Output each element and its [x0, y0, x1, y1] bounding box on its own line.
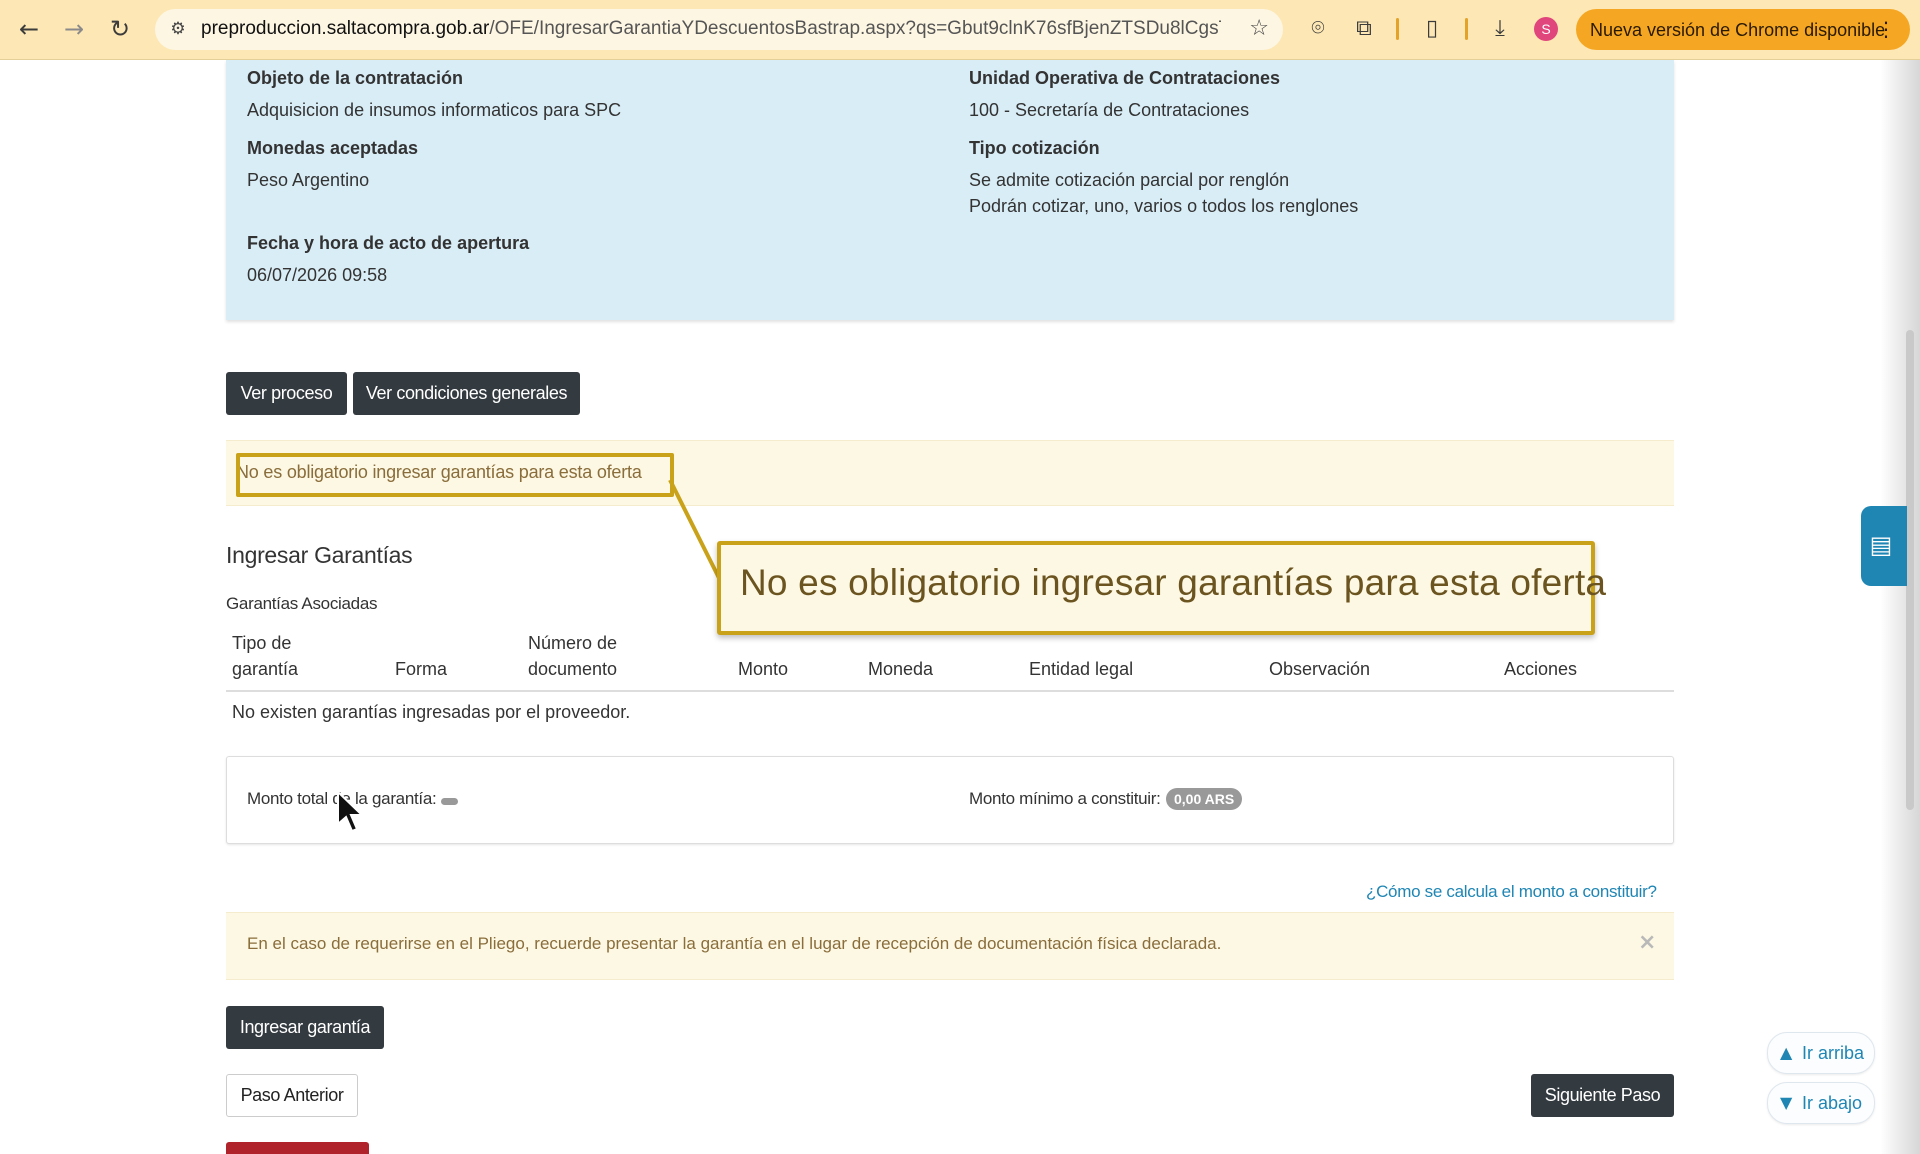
- section-subtitle: Garantías Asociadas: [226, 594, 378, 613]
- cancel-button-partial[interactable]: [226, 1142, 369, 1154]
- monto-minimo-badge: 0,00 ARS: [1166, 788, 1243, 810]
- ver-condiciones-button[interactable]: Ver condiciones generales: [353, 372, 580, 415]
- site-settings-icon[interactable]: ⚙: [167, 18, 189, 40]
- paso-anterior-button[interactable]: Paso Anterior: [226, 1074, 358, 1117]
- browser-toolbar: ← → ↻ ⚙ preproduccion.saltacompra.gob.ar…: [0, 0, 1920, 60]
- bookmark-star-icon[interactable]: ☆: [1249, 16, 1269, 42]
- col-forma: Forma: [395, 659, 448, 679]
- chrome-update-button[interactable]: Nueva versión de Chrome disponible ⋮: [1576, 9, 1910, 50]
- siguiente-paso-button[interactable]: Siguiente Paso: [1531, 1074, 1674, 1117]
- reading-list-icon[interactable]: ▯: [1418, 15, 1446, 43]
- fecha-apertura-label: Fecha y hora de acto de apertura: [247, 233, 530, 253]
- chevron-down-icon: ▼: [1780, 1093, 1793, 1112]
- section-title: Ingresar Garantías: [226, 542, 413, 568]
- ir-arriba-label: Ir arriba: [1802, 1043, 1865, 1063]
- process-info-panel: [226, 60, 1674, 320]
- toolbar-separator: [1465, 18, 1468, 40]
- col-monto: Monto: [738, 659, 789, 679]
- col-entidad-legal: Entidad legal: [1029, 659, 1134, 679]
- col-numero-line1: Número de: [528, 633, 618, 653]
- monto-total-badge: [441, 798, 458, 805]
- objeto-value: Adquisicion de insumos informaticos para…: [247, 100, 622, 120]
- address-bar[interactable]: ⚙ preproduccion.saltacompra.gob.ar/OFE/I…: [155, 9, 1283, 50]
- tipo-cotizacion-value-1: Se admite cotización parcial por renglón: [969, 170, 1290, 190]
- reload-icon[interactable]: ↻: [104, 13, 136, 45]
- ver-proceso-button[interactable]: Ver proceso: [226, 372, 347, 415]
- mouse-cursor-icon: [337, 790, 365, 833]
- unidad-value: 100 - Secretaría de Contrataciones: [969, 100, 1250, 120]
- table-header-divider: [226, 690, 1674, 692]
- scrollbar-thumb[interactable]: [1906, 330, 1914, 810]
- callout-text: No es obligatorio ingresar garantías par…: [740, 562, 1607, 603]
- ir-abajo-label: Ir abajo: [1802, 1093, 1863, 1113]
- ir-abajo-button[interactable]: ▼ Ir abajo: [1767, 1082, 1875, 1124]
- forward-icon[interactable]: →: [58, 13, 90, 45]
- col-tipo-line2: garantía: [232, 659, 299, 679]
- table-empty-message: No existen garantías ingresadas por el p…: [232, 702, 631, 722]
- col-observacion: Observación: [1269, 659, 1371, 679]
- close-icon[interactable]: ×: [1638, 930, 1656, 955]
- document-icon: ▤: [1869, 531, 1893, 559]
- col-numero-documento: Número de documento: [528, 630, 617, 682]
- tipo-cotizacion-value-2: Podrán cotizar, uno, varios o todos los …: [969, 196, 1359, 216]
- back-icon[interactable]: ←: [13, 13, 45, 45]
- monedas-label: Monedas aceptadas: [247, 138, 419, 158]
- side-document-tab[interactable]: ▤: [1861, 506, 1907, 586]
- more-icon: ⋮: [1876, 17, 1896, 41]
- monto-minimo-label: Monto mínimo a constituir:: [969, 789, 1161, 808]
- ir-arriba-button[interactable]: ▲ Ir arriba: [1767, 1032, 1875, 1074]
- objeto-label: Objeto de la contratación: [247, 68, 464, 88]
- fecha-apertura-value: 06/07/2026 09:58: [247, 265, 388, 285]
- highlight-box: [236, 453, 674, 497]
- col-tipo-line1: Tipo de: [232, 633, 292, 653]
- extensions-icon[interactable]: ⧉: [1350, 15, 1378, 43]
- col-acciones: Acciones: [1504, 659, 1578, 679]
- url-host: preproduccion.saltacompra.gob.ar: [201, 18, 490, 39]
- col-tipo-garantia: Tipo de garantía: [232, 630, 298, 682]
- col-numero-line2: documento: [528, 659, 618, 679]
- toolbar-separator: [1396, 18, 1399, 40]
- calc-monto-link[interactable]: ¿Cómo se calcula el monto a constituir?: [1366, 882, 1657, 902]
- url-path: /OFE/IngresarGarantiaYDescuentosBastrap.…: [489, 18, 1221, 39]
- chevron-up-icon: ▲: [1780, 1043, 1793, 1062]
- camera-icon[interactable]: ⌾: [1304, 15, 1332, 43]
- chrome-update-label: Nueva versión de Chrome disponible: [1590, 20, 1886, 40]
- info-alert-text: En el caso de requerirse en el Pliego, r…: [247, 934, 1222, 953]
- download-icon[interactable]: ⤓: [1486, 15, 1514, 43]
- url-text[interactable]: preproduccion.saltacompra.gob.ar/OFE/Ing…: [201, 18, 1221, 40]
- page-content: Objeto de la contratación Adquisicion de…: [0, 60, 1920, 1154]
- monedas-value: Peso Argentino: [247, 170, 370, 190]
- profile-avatar[interactable]: S: [1534, 17, 1558, 41]
- ingresar-garantia-button[interactable]: Ingresar garantía: [226, 1006, 384, 1049]
- unidad-label: Unidad Operativa de Contrataciones: [969, 68, 1281, 88]
- tipo-cotizacion-label: Tipo cotización: [969, 138, 1100, 158]
- page-edge-shadow: [1880, 60, 1920, 1154]
- col-moneda: Moneda: [868, 659, 934, 679]
